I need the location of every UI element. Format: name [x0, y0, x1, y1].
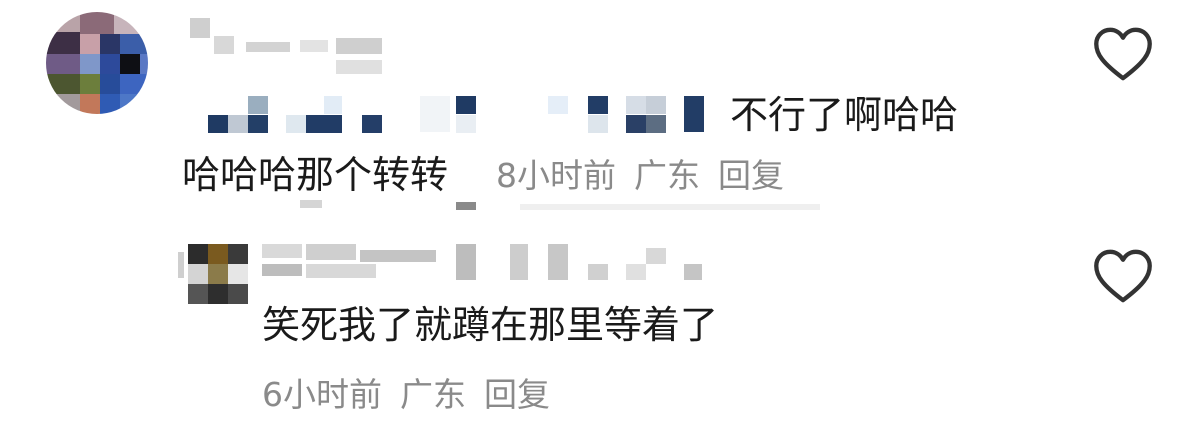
- comment-meta: 8小时前 广东 回复: [496, 159, 784, 192]
- reply-button[interactable]: 回复: [718, 156, 784, 195]
- comment-time: 6小时前: [262, 375, 382, 414]
- redaction-artifact: [178, 252, 184, 278]
- comment-location: 广东: [634, 156, 700, 195]
- redaction-artifact: [520, 204, 820, 210]
- reply-comment-text: 笑死我了就蹲在那里等着了: [262, 303, 719, 347]
- reply-button[interactable]: 回复: [484, 375, 550, 414]
- redaction-artifact: [300, 200, 322, 208]
- comment-meta: 6小时前 广东 回复: [262, 378, 550, 411]
- heart-outline-icon[interactable]: [1092, 248, 1154, 304]
- heart-outline-icon[interactable]: [1092, 26, 1154, 82]
- avatar[interactable]: [188, 244, 248, 304]
- avatar[interactable]: [46, 12, 148, 114]
- comment-location: 广东: [400, 375, 466, 414]
- comment-time: 8小时前: [496, 156, 616, 195]
- redaction-artifact: [456, 202, 476, 210]
- comment-text-tail: 不行了啊哈哈: [730, 93, 959, 137]
- comment-text-line2: 哈哈哈那个转转: [182, 153, 449, 197]
